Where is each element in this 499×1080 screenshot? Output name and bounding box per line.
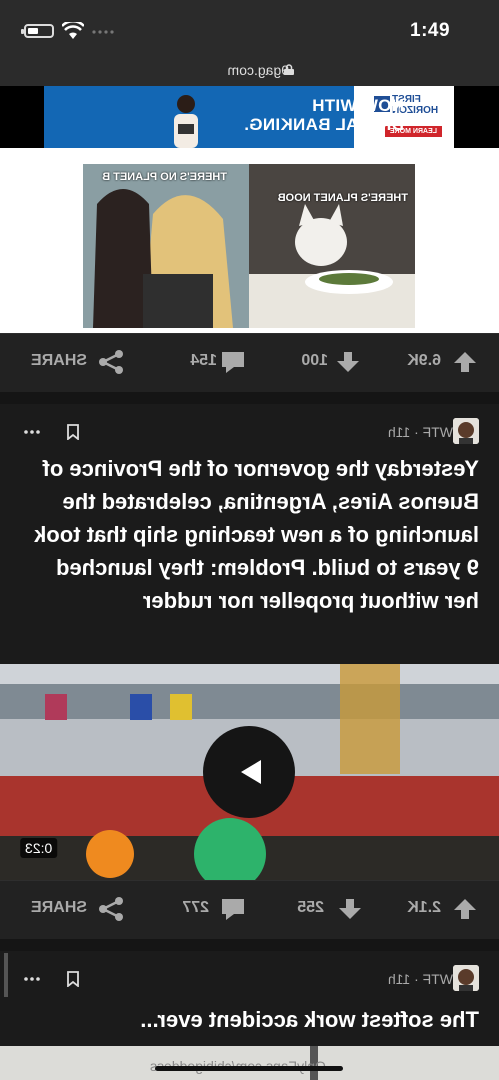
post-card: WTF · 11h Yesterday the governor of the … [0, 404, 499, 664]
speech-bubble-icon[interactable] [220, 350, 246, 374]
lock-icon [284, 64, 294, 75]
post-separator [0, 939, 499, 951]
arrow-down-icon[interactable] [337, 897, 363, 921]
status-time: 1:49 [410, 20, 451, 41]
home-indicator[interactable] [155, 1066, 343, 1071]
more-dots-icon[interactable] [24, 430, 40, 434]
ad-headline-line1: NOW WITH [311, 96, 404, 115]
post-title[interactable]: The softest work accident ever... [17, 1003, 479, 1036]
post-meta[interactable]: WTF · 11h [388, 971, 453, 987]
upvote-count[interactable]: 6.9K [407, 352, 441, 370]
ad-headline-line2: DIGITAL BANKING. [244, 115, 404, 134]
share-icon[interactable] [98, 350, 124, 374]
ad-person-image [174, 95, 198, 148]
post-title[interactable]: Yesterday the governor of the Province o… [17, 452, 479, 617]
downvote-count[interactable]: 100 [301, 352, 328, 370]
ad-choices-icon[interactable] [428, 88, 446, 106]
meme-caption-left: THERE'S PLANET NOOB [277, 192, 408, 204]
post-meta[interactable]: WTF · 11h [388, 424, 453, 440]
speech-bubble-icon[interactable] [220, 897, 246, 921]
post-actions-bar: 6.9K 100 154 SHARE [0, 333, 499, 393]
more-dots-icon[interactable] [24, 977, 40, 981]
meme-caption-right: THERE'S NO PLANET B [102, 171, 227, 183]
signal-icon [92, 30, 114, 34]
bookmark-icon[interactable] [66, 424, 80, 440]
comment-count[interactable]: 277 [182, 899, 209, 917]
wifi-icon [62, 22, 84, 39]
bookmark-icon[interactable] [66, 971, 80, 987]
comment-count[interactable]: 154 [190, 352, 217, 370]
downvote-count[interactable]: 255 [297, 899, 324, 917]
video-duration: 0:23 [20, 838, 58, 858]
post-card: WTF · 11h The softest work accident ever… [0, 951, 499, 1046]
upvote-count[interactable]: 2.1K [407, 899, 441, 917]
battery-icon [21, 24, 54, 38]
ad-banner-container: FIRST HORIZON LEARN MORE NOW WITH DIGITA… [0, 86, 499, 148]
address-bar[interactable]: 9gag.com [0, 58, 499, 86]
play-icon [241, 760, 261, 784]
arrow-down-icon[interactable] [335, 350, 361, 374]
post-image[interactable]: THERE'S PLANET NOOB THERE'S NO PLANET B [83, 164, 415, 328]
play-button[interactable] [203, 726, 295, 818]
post-actions-bar: 2.1K 255 277 SHARE [0, 880, 499, 940]
post-separator [0, 392, 499, 404]
ad-banner[interactable]: FIRST HORIZON LEARN MORE NOW WITH DIGITA… [44, 86, 454, 148]
url-text[interactable]: 9gag.com [228, 62, 289, 78]
share-label[interactable]: SHARE [31, 352, 87, 370]
status-bar: 1:49 [0, 0, 499, 58]
share-label[interactable]: SHARE [31, 899, 87, 917]
share-icon[interactable] [98, 897, 124, 921]
